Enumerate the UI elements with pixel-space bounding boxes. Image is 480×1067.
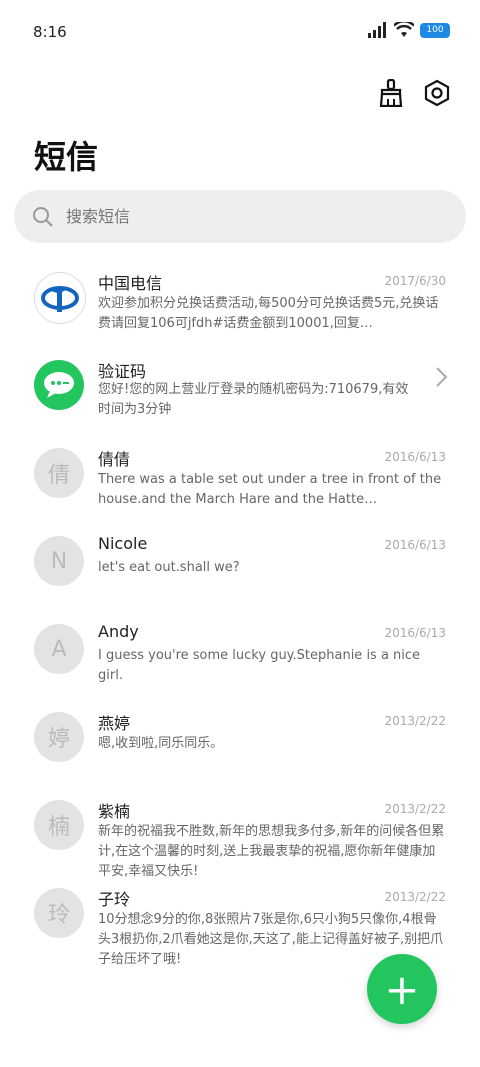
list-item[interactable]: 验证码 您好!您的网上营业厅登录的随机密码为:710679,有效时间为3分钟 [0,350,480,438]
search-icon [33,206,53,227]
battery-icon: 100 [420,22,450,38]
message-date: 2017/6/30 [384,274,446,288]
contact-name: 子玲 [98,890,131,909]
message-preview: 新年的祝福我不胜数,新年的思想我多付多,新年的问候各但累计,在这个温馨的时刻,送… [98,824,445,879]
message-preview: let's eat out.shall we? [98,560,240,575]
contact-name: 紫楠 [98,802,131,821]
list-item[interactable]: 中国电信 2017/6/30 欢迎参加积分兑换话费活动,每500分可兑换话费5元… [0,262,480,350]
contact-name: 燕婷 [98,714,131,733]
list-item[interactable]: 婷 燕婷 2013/2/22 嗯,收到啦,同乐同乐。 [0,702,480,790]
contact-name: 倩倩 [98,450,131,469]
list-item[interactable]: 玲 子玲 2013/2/22 10分想念9分的你,8张照片7张是你,6只小狗5只… [0,878,480,967]
message-preview: 欢迎参加积分兑换话费活动,每500分可兑换话费5元,兑换话费请回复106可jfd… [98,296,439,331]
list-item[interactable]: 楠 紫楠 2013/2/22 新年的祝福我不胜数,新年的思想我多付多,新年的问候… [0,790,480,879]
battery-level: 100 [426,25,444,35]
contact-name: Andy [98,622,139,641]
avatar: 楠 [34,800,84,850]
message-preview: 您好!您的网上营业厅登录的随机密码为:710679,有效时间为3分钟 [98,382,409,417]
message-date: 2013/2/22 [384,890,446,904]
signal-icon [368,22,386,38]
message-preview: There was a table set out under a tree i… [98,472,442,507]
list-item[interactable]: N Nicole 2016/6/13 let's eat out.shall w… [0,526,480,614]
message-bubble-icon [44,372,74,398]
avatar: 倩 [34,448,84,498]
plus-icon: + [384,964,420,1014]
top-actions [376,78,452,108]
message-date: 2016/6/13 [384,450,446,464]
status-icons: 100 [368,22,450,38]
list-item[interactable]: A Andy 2016/6/13 I guess you're some luc… [0,614,480,702]
avatar: 玲 [34,888,84,938]
message-list: 中国电信 2017/6/30 欢迎参加积分兑换话费活动,每500分可兑换话费5元… [0,262,480,967]
message-date: 2013/2/22 [384,714,446,728]
search-bar[interactable] [14,190,466,243]
contact-name: Nicole [98,534,148,553]
compose-button[interactable]: + [367,954,437,1024]
avatar: A [34,624,84,674]
contact-name: 中国电信 [98,274,163,293]
message-logo-avatar [34,360,84,410]
clean-button[interactable] [376,78,406,108]
message-date: 2013/2/22 [384,802,446,816]
message-date: 2016/6/13 [384,626,446,640]
settings-button[interactable] [422,78,452,108]
telecom-logo-icon [41,286,79,312]
list-item[interactable]: 倩 倩倩 2016/6/13 There was a table set out… [0,438,480,526]
wifi-icon [394,22,414,37]
avatar: 婷 [34,712,84,762]
chevron-right-icon [436,367,448,387]
message-date: 2016/6/13 [384,538,446,552]
status-bar: 8:16 100 [0,0,480,60]
message-preview: 嗯,收到啦,同乐同乐。 [98,736,224,751]
broom-icon [379,79,403,107]
gear-icon [424,79,450,107]
avatar: N [34,536,84,586]
contact-name: 验证码 [98,362,147,381]
telecom-logo-avatar [34,272,86,324]
search-input[interactable] [64,206,408,227]
page-title: 短信 [34,138,99,176]
status-time: 8:16 [33,23,67,41]
message-preview: I guess you're some lucky guy.Stephanie … [98,648,421,683]
